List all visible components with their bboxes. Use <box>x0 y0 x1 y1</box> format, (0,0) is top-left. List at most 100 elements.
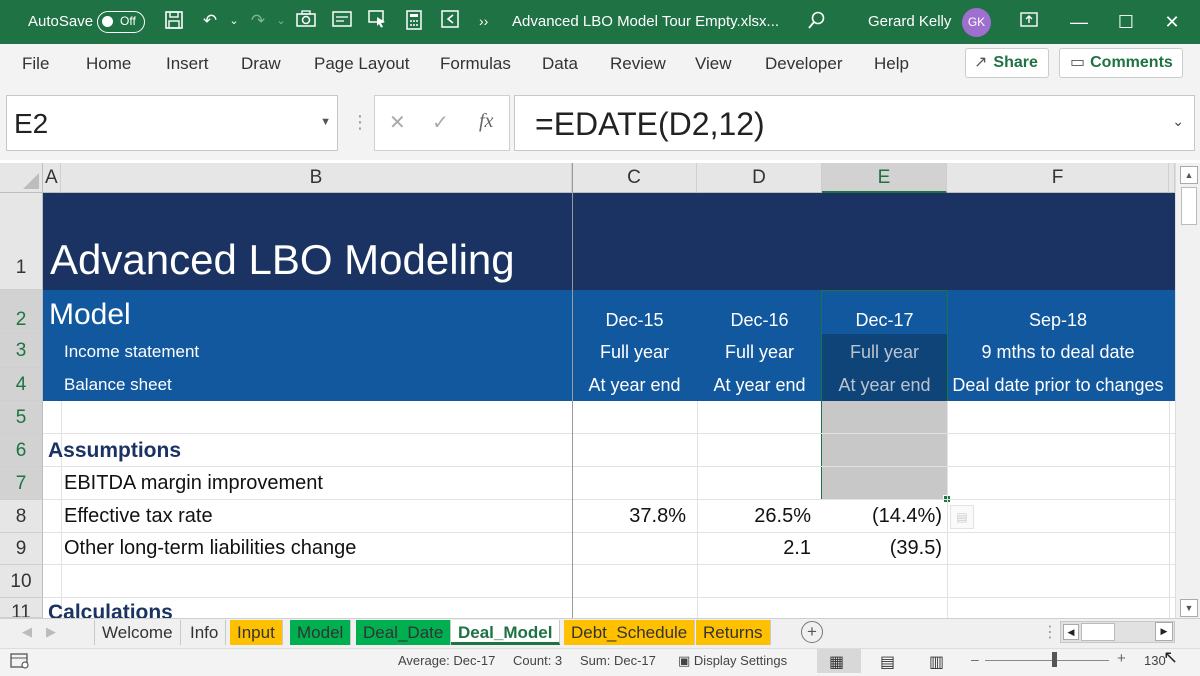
toggle-knob <box>102 16 113 27</box>
search-icon[interactable] <box>806 10 828 32</box>
zoom-slider-track[interactable] <box>985 660 1109 661</box>
vertical-scrollbar[interactable]: ▲ ▼ <box>1175 163 1200 618</box>
menu-insert[interactable]: Insert <box>166 54 209 74</box>
sheet-tab-info[interactable]: Info <box>183 620 227 645</box>
row-header-4[interactable]: 4 <box>0 368 43 401</box>
redo-icon[interactable]: ↷ <box>247 10 269 32</box>
gridline <box>61 401 62 618</box>
display-settings-label: Display Settings <box>693 653 788 668</box>
column-header-a[interactable]: A <box>43 163 61 193</box>
name-box[interactable]: E2 ▼ <box>6 95 338 151</box>
formula-input[interactable]: =EDATE(D2,12) ⌄ <box>514 95 1195 151</box>
column-header-e[interactable]: E <box>822 163 947 193</box>
maximize-icon[interactable]: ☐ <box>1106 8 1146 36</box>
row-header-6[interactable]: 6 <box>0 434 43 467</box>
status-count[interactable]: Count: 3 <box>513 653 562 668</box>
select-all-button[interactable] <box>0 163 43 193</box>
save-icon[interactable] <box>163 10 185 32</box>
share-button[interactable]: ↗ Share <box>965 48 1049 78</box>
hscroll-right-icon[interactable]: ▶ <box>1155 622 1173 641</box>
sheet-tab-welcome[interactable]: Welcome <box>94 620 181 645</box>
tab-splitter-icon[interactable]: ⋮ <box>1042 622 1058 642</box>
period-is-c: Full year <box>599 342 670 362</box>
gridline <box>43 532 1175 533</box>
avatar[interactable]: GK <box>962 8 991 37</box>
sheet-tab-input[interactable]: Input <box>230 620 283 645</box>
menu-view[interactable]: View <box>695 54 732 74</box>
ribbon-display-icon[interactable] <box>1018 10 1040 32</box>
enter-icon[interactable]: ✓ <box>432 110 449 135</box>
menu-review[interactable]: Review <box>610 54 666 74</box>
comments-button[interactable]: ▭ Comments <box>1059 48 1183 78</box>
pointer-icon[interactable] <box>367 10 389 32</box>
menu-home[interactable]: Home <box>86 54 131 74</box>
minimize-icon[interactable]: — <box>1059 8 1099 36</box>
sheet-tab-deal-model[interactable]: Deal_Model <box>451 620 561 645</box>
sheet-tab-returns[interactable]: Returns <box>696 620 771 645</box>
undo-dropdown-icon[interactable]: ⌄ <box>223 10 245 32</box>
row-header-7[interactable]: 7 <box>0 467 43 500</box>
hscroll-thumb[interactable] <box>1081 623 1115 641</box>
quick-analysis-icon[interactable]: ▤ <box>950 505 974 529</box>
zoom-out-icon[interactable]: – <box>971 651 979 667</box>
row-header-1[interactable]: 1 <box>0 193 43 290</box>
page-layout-icon[interactable]: ▤ <box>880 652 895 672</box>
gridline <box>43 433 1175 434</box>
menu-formulas[interactable]: Formulas <box>440 54 511 74</box>
menu-draw[interactable]: Draw <box>241 54 281 74</box>
zoom-slider-thumb[interactable] <box>1052 652 1057 667</box>
formula-buttons: ✕ ✓ fx <box>374 95 510 151</box>
column-header-f[interactable]: F <box>947 163 1169 193</box>
splitter-icon[interactable]: ⋮ <box>351 112 369 133</box>
tab-scroll-left-icon[interactable]: ◀ <box>22 624 32 640</box>
undo-icon[interactable]: ↶ <box>199 10 221 32</box>
sheet-tab-model[interactable]: Model <box>290 620 352 645</box>
status-average[interactable]: Average: Dec-17 <box>398 653 495 668</box>
column-header-c[interactable]: C <box>572 163 697 193</box>
row-header-11[interactable]: 11 <box>0 598 43 618</box>
name-box-dropdown-icon[interactable]: ▼ <box>320 116 331 128</box>
column-header-b[interactable]: B <box>61 163 572 193</box>
scroll-thumb[interactable] <box>1181 187 1197 225</box>
menu-page-layout[interactable]: Page Layout <box>314 54 409 74</box>
model-label: Model <box>49 298 131 331</box>
add-sheet-icon[interactable]: + <box>801 621 823 643</box>
user-name[interactable]: Gerard Kelly <box>868 13 951 30</box>
tab-scroll-right-icon[interactable]: ▶ <box>46 624 56 640</box>
menu-developer[interactable]: Developer <box>765 54 843 74</box>
form-icon[interactable] <box>331 10 353 32</box>
row-header-3[interactable]: 3 <box>0 334 43 368</box>
menu-help[interactable]: Help <box>874 54 909 74</box>
zoom-in-icon[interactable]: + <box>1117 650 1126 667</box>
more-commands-icon[interactable]: ›› <box>479 13 488 29</box>
calculator-icon[interactable] <box>403 10 425 32</box>
sheet-tab-debt-schedule[interactable]: Debt_Schedule <box>564 620 696 645</box>
row-header-9[interactable]: 9 <box>0 533 43 565</box>
status-sum[interactable]: Sum: Dec-17 <box>580 653 656 668</box>
menu-data[interactable]: Data <box>542 54 578 74</box>
cancel-icon[interactable]: ✕ <box>389 110 406 135</box>
period-date-f: Sep-18 <box>1028 310 1088 330</box>
redo-dropdown-icon[interactable]: ⌄ <box>270 10 292 32</box>
insert-function-icon[interactable]: fx <box>479 110 493 133</box>
menu-file[interactable]: File <box>22 54 49 74</box>
row-header-5[interactable]: 5 <box>0 401 43 434</box>
row-header-8[interactable]: 8 <box>0 500 43 533</box>
row-header-2[interactable]: 2 <box>0 290 43 334</box>
page-break-preview-icon[interactable]: ▥ <box>929 652 944 672</box>
collapse-icon[interactable] <box>439 10 461 32</box>
hscroll-left-icon[interactable]: ◀ <box>1063 624 1079 640</box>
expand-formula-icon[interactable]: ⌄ <box>1172 113 1184 130</box>
cell-mode-icon[interactable] <box>10 652 30 675</box>
display-settings-button[interactable]: ▣ Display Settings <box>678 653 787 669</box>
scroll-up-icon[interactable]: ▲ <box>1180 166 1198 184</box>
autosave-toggle[interactable]: Off <box>97 11 145 33</box>
column-header-d[interactable]: D <box>697 163 822 193</box>
scroll-down-icon[interactable]: ▼ <box>1180 599 1198 617</box>
gridline <box>947 401 948 618</box>
normal-view-icon: ▦ <box>829 654 845 671</box>
row-header-10[interactable]: 10 <box>0 565 43 598</box>
camera-icon[interactable] <box>295 10 317 32</box>
close-icon[interactable]: ✕ <box>1152 8 1192 36</box>
sheet-tab-deal-date[interactable]: Deal_Date <box>356 620 452 645</box>
